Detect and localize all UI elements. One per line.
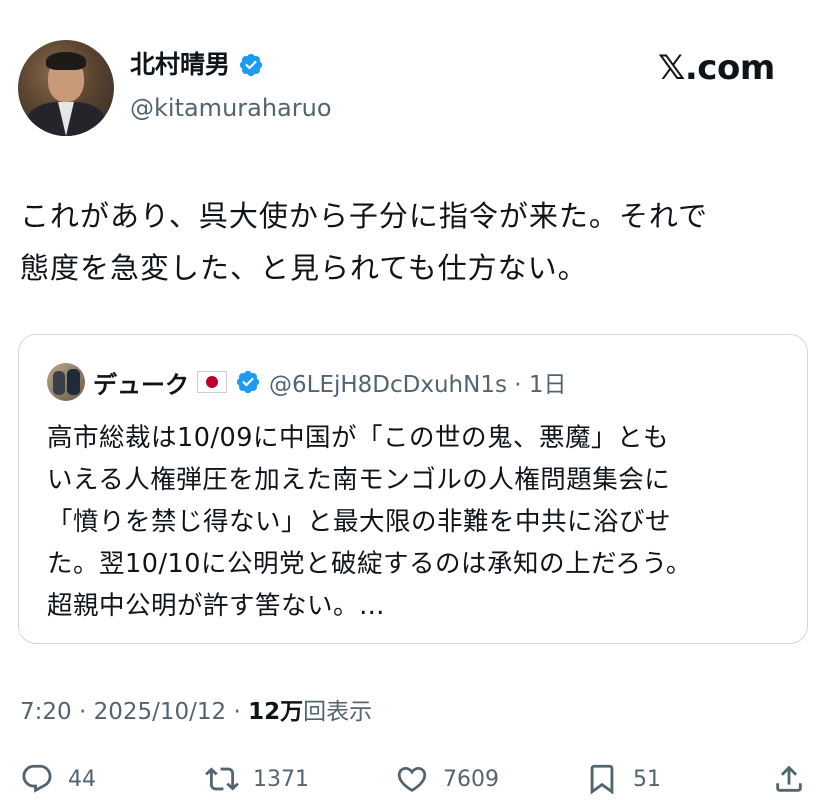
repost-icon <box>205 767 239 791</box>
tweet-text: これがあり、呉大使から子分に指令が来た。それで 態度を急変した、と見られても仕方… <box>20 199 708 285</box>
like-icon <box>397 766 427 792</box>
view-count: 12万 <box>248 699 304 725</box>
tweet-meta: 7:20 · 2025/10/12 · 12万回表示 <box>20 694 372 730</box>
quoted-author-avatar[interactable] <box>47 363 85 401</box>
reply-button[interactable]: 44 <box>20 758 96 800</box>
avatar-figure <box>53 371 65 395</box>
repost-count: 1371 <box>253 766 309 792</box>
x-logo: 𝕏.com <box>658 48 775 88</box>
repost-button[interactable]: 1371 <box>205 758 309 800</box>
share-button[interactable] <box>772 758 806 800</box>
quoted-tweet-card[interactable]: デューク @6LEjH8DcDxuhN1s · 1日 高市総裁は10/09に中国… <box>18 334 808 644</box>
bookmark-button[interactable]: 51 <box>585 758 661 800</box>
like-count: 7609 <box>443 766 499 792</box>
author-name[interactable]: 北村晴男 <box>130 48 230 82</box>
author-name-row[interactable]: 北村晴男 <box>130 48 264 82</box>
action-bar: 44 1371 7609 51 <box>0 758 828 800</box>
view-count-label: 回表示 <box>303 699 373 725</box>
verified-badge-icon <box>236 370 260 394</box>
bookmark-icon <box>590 764 614 795</box>
quoted-author-name[interactable]: デューク <box>93 365 189 400</box>
reply-icon <box>22 764 52 793</box>
quoted-author-handle-time[interactable]: @6LEjH8DcDxuhN1s · 1日 <box>269 365 567 399</box>
avatar-hair <box>46 52 86 70</box>
quoted-tweet-text: 高市総裁は10/09に中国が「この世の鬼、悪魔」とも いえる人権弾圧を加えた南モ… <box>47 423 692 621</box>
like-button[interactable]: 7609 <box>395 758 499 800</box>
share-icon <box>776 765 802 792</box>
japan-flag-icon <box>197 371 227 393</box>
author-avatar[interactable] <box>18 40 114 136</box>
reply-count: 44 <box>68 766 96 792</box>
verified-badge-icon <box>239 53 263 77</box>
tweet-timestamp[interactable]: 7:20 · 2025/10/12 · <box>20 699 248 725</box>
quoted-tweet-header: デューク @6LEjH8DcDxuhN1s · 1日 <box>47 363 567 401</box>
author-handle[interactable]: @kitamuraharuo <box>130 92 332 124</box>
avatar-figure <box>67 369 80 395</box>
bookmark-count: 51 <box>633 766 661 792</box>
